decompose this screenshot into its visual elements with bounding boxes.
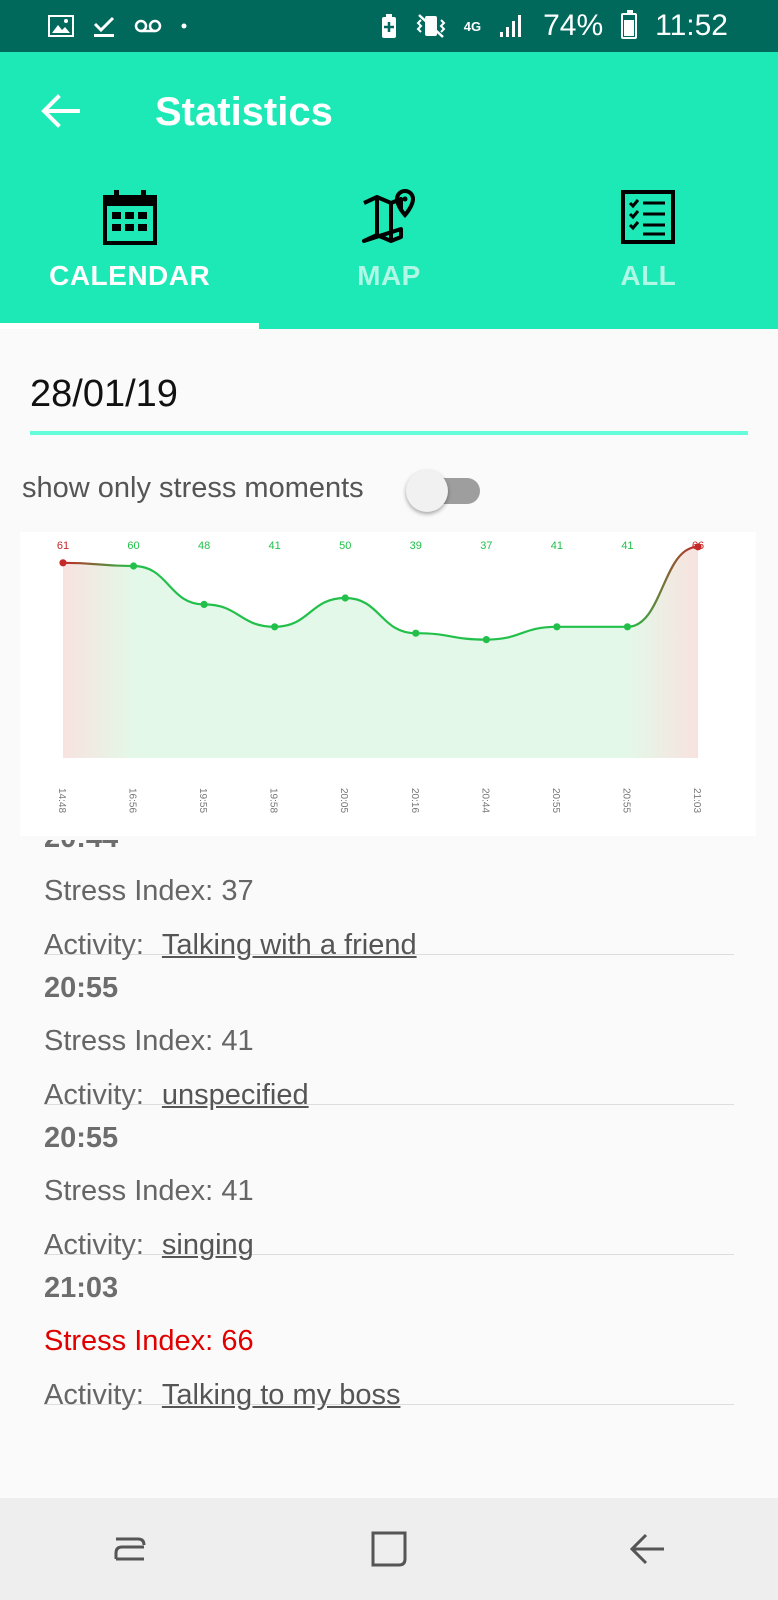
- stress-chart: 61 14:48 60 16:56 48 19:55 41 19:58 50 20:05 39 20:…: [20, 532, 756, 836]
- chart-value-label: 39: [410, 540, 422, 552]
- chart-point: [200, 600, 208, 608]
- activity-link[interactable]: Talking to my boss: [162, 1379, 401, 1412]
- back-button[interactable]: [36, 87, 84, 135]
- chart-point: [412, 629, 420, 637]
- back-icon: [630, 1533, 665, 1565]
- entry-list-scroller[interactable]: 20:44 Stress Index: 37 Activity:Talking …: [0, 840, 778, 1411]
- network-type-label: 4G: [463, 18, 482, 34]
- page-title: Statistics: [155, 90, 333, 134]
- image-icon: [48, 15, 74, 37]
- date-value: 28/01/19: [30, 373, 178, 415]
- battery-saver-icon: [380, 13, 398, 39]
- battery-icon: [621, 10, 638, 39]
- entry-stress: Stress Index: 41: [44, 1175, 254, 1207]
- tab-calendar-label: CALENDAR: [49, 260, 211, 291]
- tab-map-label: MAP: [357, 260, 421, 291]
- list-item[interactable]: 20:55 Stress Index: 41 Activity: singing: [44, 1105, 734, 1261]
- chart-value-label: 48: [198, 540, 210, 552]
- dot-icon: [180, 22, 188, 30]
- home-button[interactable]: [344, 1514, 434, 1584]
- tab-all-label: ALL: [620, 260, 677, 291]
- app-bar: Statistics CALENDAR MAP ALL: [0, 52, 778, 329]
- status-right-icons: 4G 74% 11:52: [380, 9, 728, 43]
- chart-point: [271, 623, 279, 631]
- chart-x-tick-label: 16:56: [127, 788, 138, 813]
- entry-stress: Stress Index: 66: [44, 1325, 254, 1357]
- status-left-icons: [48, 14, 188, 38]
- chart-x-tick-label: 21:03: [691, 788, 702, 813]
- chart-x-tick-label: 20:55: [620, 788, 631, 813]
- chart-value-label: 41: [269, 540, 281, 552]
- stress-filter-row: show only stress moments: [22, 466, 482, 512]
- chart-x-tick-label: 20:16: [409, 788, 420, 813]
- tab-calendar[interactable]: CALENDAR: [0, 180, 259, 329]
- chart-value-label: 37: [480, 540, 492, 552]
- stress-only-toggle[interactable]: [406, 470, 496, 512]
- calendar-icon: [102, 188, 157, 246]
- tab-map[interactable]: MAP: [259, 180, 518, 329]
- vibrate-icon: [416, 13, 446, 39]
- chart-point: [129, 562, 138, 570]
- entry-time: 20:55: [44, 1122, 119, 1154]
- chart-x-tick-label: 20:55: [550, 788, 561, 813]
- entry-time: 20:44: [44, 840, 118, 855]
- signal-icon: [499, 14, 525, 38]
- chart-value-label: 41: [551, 540, 563, 552]
- chart-x-tick-label: 20:44: [479, 788, 490, 813]
- chart-point: [482, 636, 490, 644]
- tab-active-indicator: [0, 323, 259, 329]
- stress-line-chart: 61 14:48 60 16:56 48 19:55 41 19:58 50 20:05 39 20:…: [56, 540, 704, 813]
- home-icon: [371, 1531, 407, 1567]
- download-done-icon: [92, 14, 116, 38]
- checklist-icon: [621, 188, 676, 246]
- chart-value-label: 50: [339, 540, 351, 552]
- chart-value-label: 61: [57, 540, 69, 552]
- chart-point: [341, 594, 349, 602]
- chart-x-tick-label: 20:05: [338, 788, 349, 813]
- chart-point: [623, 623, 632, 631]
- chart-point: [59, 559, 67, 567]
- entry-stress: Stress Index: 41: [44, 1025, 254, 1057]
- system-back-button[interactable]: [603, 1514, 693, 1584]
- arrow-left-icon: [41, 94, 80, 128]
- list-item[interactable]: 20:55 Stress Index: 41 Activity: unspecif…: [44, 955, 734, 1111]
- list-item[interactable]: 21:03 Stress Index: 66 Activity: Talking …: [44, 1255, 734, 1411]
- tab-all[interactable]: ALL: [519, 180, 778, 329]
- entry-list: 20:44 Stress Index: 37 Activity:Talking …: [0, 840, 778, 1500]
- recent-apps-button[interactable]: [85, 1514, 175, 1584]
- chart-area-fill: [63, 546, 698, 758]
- entry-time: 20:55: [44, 972, 119, 1004]
- battery-percent: 74%: [543, 9, 604, 42]
- chart-value-label: 41: [621, 540, 633, 552]
- entry-time: 21:03: [44, 1272, 119, 1304]
- toggle-thumb: [406, 470, 448, 512]
- chart-x-tick-label: 19:58: [268, 788, 279, 813]
- date-field[interactable]: 28/01/19: [30, 373, 748, 435]
- recent-apps-icon: [114, 1537, 146, 1561]
- chart-x-tick-label: 14:48: [56, 788, 67, 813]
- status-bar: 4G 74% 11:52: [0, 0, 778, 52]
- tab-bar: CALENDAR MAP ALL: [0, 180, 778, 329]
- map-pin-icon: [361, 188, 417, 246]
- chart-x-tick-label: 19:55: [197, 788, 208, 813]
- list-item[interactable]: 20:44 Stress Index: 37 Activity:Talking …: [44, 840, 734, 961]
- stress-toggle-label: show only stress moments: [22, 471, 364, 504]
- entry-stress: Stress Index: 37: [44, 875, 254, 907]
- system-nav-bar: [0, 1498, 778, 1600]
- chart-value-label: 60: [127, 540, 139, 552]
- chart-value-label: 66: [692, 540, 704, 552]
- entry-activity: Activity: Talking to my boss: [44, 1379, 401, 1412]
- clock: 11:52: [655, 9, 728, 42]
- voicemail-icon: [134, 18, 162, 34]
- chart-point: [553, 623, 561, 631]
